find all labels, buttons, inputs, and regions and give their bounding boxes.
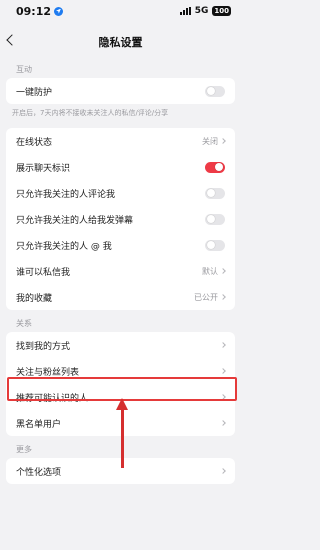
chevron-right-icon	[220, 138, 226, 144]
row-label: 只允许我关注的人给我发弹幕	[16, 215, 134, 226]
row-who-can-dm[interactable]: 谁可以私信我 默认	[6, 258, 235, 284]
row-online-status[interactable]: 在线状态 关闭	[6, 128, 235, 154]
row-only-follow-at[interactable]: 只允许我关注的人 @ 我	[6, 232, 235, 258]
chevron-right-icon	[220, 368, 226, 374]
toggle-one-click-protect[interactable]	[205, 85, 225, 97]
row-my-favorites[interactable]: 我的收藏 已公开	[6, 284, 235, 310]
status-time: 09:12	[16, 4, 52, 18]
chevron-right-icon	[220, 468, 226, 474]
arrow-shaft	[121, 404, 124, 468]
chevron-right-icon	[220, 294, 226, 300]
row-label: 谁可以私信我	[16, 267, 71, 278]
card-interaction: 一键防护	[6, 78, 235, 104]
chevron-right-icon	[220, 420, 226, 426]
chevron-right-icon	[220, 268, 226, 274]
row-label: 关注与粉丝列表	[16, 367, 80, 378]
row-find-me[interactable]: 找到我的方式	[6, 332, 235, 358]
row-label: 我的收藏	[16, 293, 53, 304]
section-header-interaction: 互动	[16, 65, 32, 74]
row-label: 展示聊天标识	[16, 163, 71, 174]
location-icon	[54, 6, 64, 16]
signal-icon	[179, 7, 191, 15]
row-label: 只允许我关注的人 @ 我	[16, 241, 112, 252]
nav-bar: 隐私设置	[0, 22, 241, 62]
toggle-only-follow-at[interactable]	[205, 239, 225, 251]
network-label: 5G	[194, 6, 209, 16]
row-show-chat-mark[interactable]: 展示聊天标识	[6, 154, 235, 180]
toggle-only-follow-comment[interactable]	[205, 187, 225, 199]
row-label: 找到我的方式	[16, 341, 71, 352]
row-value: 关闭	[202, 136, 218, 146]
row-label: 黑名单用户	[16, 419, 62, 430]
section-header-relation: 关系	[16, 319, 32, 328]
row-only-follow-comment[interactable]: 只允许我关注的人评论我	[6, 180, 235, 206]
toggle-show-chat-mark[interactable]	[205, 161, 225, 173]
toggle-only-follow-danmu[interactable]	[205, 213, 225, 225]
row-value: 已公开	[194, 292, 218, 302]
card-general: 在线状态 关闭 展示聊天标识 只允许我关注的人评论我 只允许我关注的人给我发弹幕…	[6, 128, 235, 310]
status-right: 5G 100	[179, 6, 231, 16]
row-label: 在线状态	[16, 137, 53, 148]
row-label: 个性化选项	[16, 467, 62, 478]
chevron-right-icon	[220, 342, 226, 348]
row-only-follow-danmu[interactable]: 只允许我关注的人给我发弹幕	[6, 206, 235, 232]
status-left: 09:12	[16, 4, 64, 18]
battery-icon: 100	[212, 6, 231, 16]
back-icon[interactable]	[6, 34, 18, 46]
status-bar: 09:12 5G 100	[0, 0, 241, 22]
row-value: 默认	[202, 266, 218, 276]
interaction-note: 开启后，7天内将不接收未关注人的私信/评论/分享	[12, 109, 169, 117]
page-title: 隐私设置	[98, 36, 143, 49]
row-label: 只允许我关注的人评论我	[16, 189, 116, 200]
row-one-click-protect[interactable]: 一键防护	[6, 78, 235, 104]
row-label: 一键防护	[16, 87, 53, 98]
